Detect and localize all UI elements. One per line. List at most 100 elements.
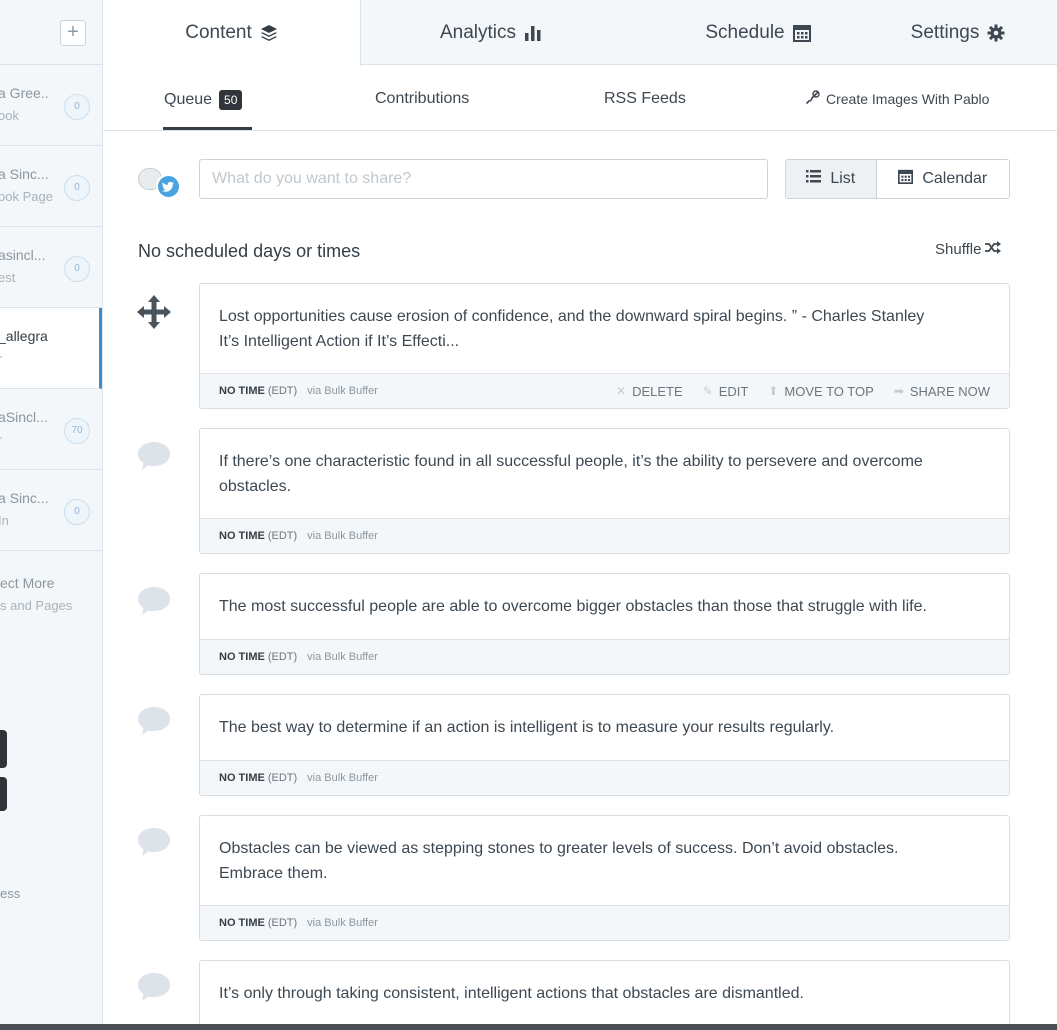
post-timezone: (EDT) [267, 917, 298, 929]
sidebar-bottom-link[interactable]: ess [0, 886, 20, 901]
list-view-button[interactable]: List [786, 160, 877, 198]
queue-post[interactable]: Obstacles can be viewed as stepping ston… [199, 815, 1010, 941]
delete-label: DELETE [632, 383, 683, 399]
top-tabs: Content Analytics Schedule Settings [103, 0, 1057, 66]
post-text: It’s only through taking consistent, int… [200, 961, 1009, 1026]
sidebar-dark-button-1[interactable] [0, 730, 7, 768]
post-text: Obstacles can be viewed as stepping ston… [200, 816, 1009, 905]
sidebar: + a Gree.. ook 0 a Sinc... ook Page 0 as… [0, 0, 103, 1024]
list-label: List [830, 170, 856, 187]
account-queue-count: 0 [64, 94, 90, 120]
account-name: aSincl... [0, 409, 48, 425]
post-text: Lost opportunities cause erosion of conf… [200, 284, 1009, 373]
sidebar-account-facebook-group[interactable]: a Gree.. ook 0 [0, 65, 102, 146]
queue-post[interactable]: If there’s one characteristic found in a… [199, 428, 1010, 554]
delete-button[interactable]: ✕ DELETE [616, 384, 683, 399]
drag-move-icon[interactable] [137, 295, 171, 334]
subtab-queue[interactable]: Queue 50 [164, 90, 243, 110]
post-text: The most successful people are able to o… [200, 574, 1009, 639]
arrow-right-icon: ➡ [893, 384, 904, 398]
queue-post[interactable]: Lost opportunities cause erosion of conf… [199, 283, 1010, 409]
tab-analytics[interactable]: Analytics [391, 0, 591, 65]
subtab-contributions[interactable]: Contributions [375, 90, 469, 108]
shuffle-button[interactable]: Shuffle [935, 241, 1002, 258]
tab-schedule[interactable]: Schedule [673, 0, 843, 65]
close-icon: ✕ [616, 384, 627, 398]
post-text-line: Obstacles can be viewed as stepping ston… [219, 839, 899, 857]
account-type: ook [0, 108, 19, 123]
active-subtab-indicator [163, 127, 252, 130]
share-now-button[interactable]: ➡ SHARE NOW [894, 384, 990, 399]
profile-avatar[interactable] [138, 168, 182, 202]
queue-post[interactable]: It’s only through taking consistent, int… [199, 960, 1010, 1030]
sidebar-account-twitter-active[interactable]: _allegra r [0, 308, 102, 389]
post-time-label: NO TIME [219, 772, 265, 784]
speech-bubble-icon [137, 827, 171, 862]
post-text: The best way to determine if an action i… [200, 695, 1009, 760]
shuffle-icon [985, 241, 1002, 258]
layers-icon [260, 24, 278, 42]
arrow-up-icon: ⬆ [768, 384, 779, 398]
post-footer: NO TIME (EDT) via Bulk Buffer [200, 905, 1009, 940]
calendar-icon [898, 169, 914, 189]
post-source: via Bulk Buffer [307, 917, 378, 929]
pablo-icon [806, 90, 820, 107]
post-text-line: The most successful people are able to o… [219, 598, 927, 615]
account-name: a Sinc... [0, 490, 49, 506]
tab-settings[interactable]: Settings [878, 0, 1038, 65]
calendar-view-button[interactable]: Calendar [876, 160, 1009, 198]
queue-post[interactable]: The best way to determine if an action i… [199, 694, 1010, 796]
sidebar-account-facebook-page[interactable]: a Sinc... ook Page 0 [0, 146, 102, 227]
tab-label: Schedule [705, 21, 785, 43]
main-content: Content Analytics Schedule Settings Queu… [103, 0, 1057, 1030]
speech-bubble-icon [137, 441, 171, 476]
post-timezone: (EDT) [267, 651, 298, 663]
account-name: a Gree.. [0, 85, 49, 101]
subtab-label: Queue [164, 91, 213, 108]
sidebar-account-linkedin[interactable]: a Sinc... In 0 [0, 470, 102, 551]
calendar-label: Calendar [922, 170, 988, 187]
queue-post[interactable]: The most successful people are able to o… [199, 573, 1010, 675]
post-footer: NO TIME (EDT) via Bulk Buffer ✕ DELETE ✎ E… [200, 373, 1009, 408]
sidebar-account-twitter-2[interactable]: aSincl... r 70 [0, 389, 102, 470]
post-footer: NO TIME (EDT) via Bulk Buffer [200, 518, 1009, 553]
post-text: If there’s one characteristic found in a… [200, 429, 1009, 518]
move-to-top-button[interactable]: ⬆ MOVE TO TOP [768, 384, 873, 399]
post-footer: NO TIME (EDT) via Bulk Buffer [200, 760, 1009, 795]
content-subtabs: Queue 50 Contributions RSS Feeds Create … [103, 66, 1057, 131]
bar-chart-icon [524, 24, 542, 42]
post-time-label: NO TIME [219, 917, 265, 929]
account-type: In [0, 513, 9, 528]
tab-label: Settings [910, 21, 980, 43]
post-text-line: It’s only through taking consistent, int… [219, 985, 804, 1002]
subtab-rss-feeds[interactable]: RSS Feeds [604, 90, 686, 108]
connect-more-sub: s and Pages [0, 598, 73, 613]
account-queue-count: 0 [64, 256, 90, 282]
post-timezone: (EDT) [267, 530, 298, 542]
tab-content[interactable]: Content [103, 0, 361, 66]
create-images-pablo-link[interactable]: Create Images With Pablo [806, 90, 989, 107]
share-input[interactable] [199, 159, 768, 199]
connect-more-link[interactable]: ect More [0, 575, 54, 591]
add-account-button[interactable]: + [60, 20, 86, 46]
edit-button[interactable]: ✎ EDIT [703, 384, 749, 399]
account-type: ook Page [0, 189, 53, 204]
post-timezone: (EDT) [267, 772, 298, 784]
account-name: a Sinc... [0, 166, 49, 182]
list-icon [806, 170, 822, 188]
queue-count-badge: 50 [219, 90, 243, 110]
view-toggle: List Calendar [785, 159, 1010, 199]
speech-bubble-icon [137, 972, 171, 1007]
shuffle-label: Shuffle [935, 241, 982, 258]
post-text-line: It’s Intelligent Action if It’s Effecti.… [219, 332, 460, 350]
queue-status-heading: No scheduled days or times [138, 241, 361, 261]
subtab-label: RSS Feeds [604, 90, 686, 107]
tab-label: Analytics [439, 21, 517, 43]
sidebar-dark-button-2[interactable] [0, 777, 7, 811]
sidebar-header: + [0, 0, 102, 65]
account-type: r [0, 432, 2, 447]
post-footer: NO TIME (EDT) via Bulk Buffer [200, 639, 1009, 674]
sidebar-account-pinterest[interactable]: asincl... est 0 [0, 227, 102, 308]
post-source: via Bulk Buffer [307, 530, 378, 542]
post-actions: ✕ DELETE ✎ EDIT ⬆ MOVE TO TOP ➡ SHARE NOW [616, 384, 990, 399]
